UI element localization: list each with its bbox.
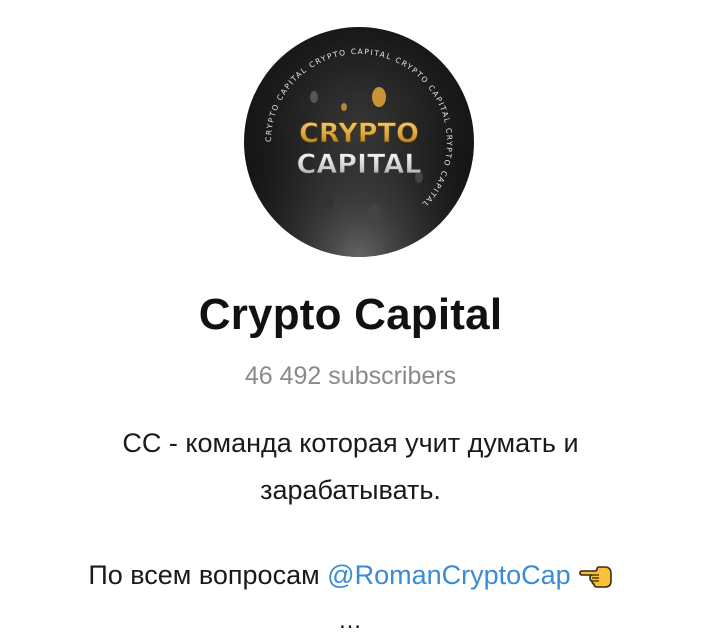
logo-line1: CRYPTO bbox=[299, 118, 419, 149]
channel-description: CC - команда которая учит думать и зараб… bbox=[0, 420, 701, 514]
subscriber-count: 46 492 subscribers bbox=[244, 362, 457, 390]
channel-profile: CRYPTO CAPITAL CRYPTO CAPITAL CRYPTO CAP… bbox=[0, 0, 701, 641]
description-line: зарабатывать. bbox=[260, 475, 441, 505]
contact-line: По всем вопросам @RomanCryptoCap bbox=[0, 560, 701, 591]
channel-avatar[interactable]: CRYPTO CAPITAL CRYPTO CAPITAL CRYPTO CAP… bbox=[244, 27, 474, 257]
pointing-hand-left-icon bbox=[578, 562, 613, 590]
crypto-capital-logo: CRYPTO CAPITAL CRYPTO CAPITAL CRYPTO CAP… bbox=[244, 27, 474, 257]
more-indicator[interactable]: … bbox=[0, 607, 701, 635]
channel-title: Crypto Capital bbox=[198, 290, 503, 339]
contact-mention-link[interactable]: @RomanCryptoCap bbox=[327, 560, 571, 590]
coin-icon bbox=[372, 87, 386, 107]
contact-prefix: По всем вопросам bbox=[88, 560, 328, 590]
description-line: CC - команда которая учит думать и bbox=[122, 428, 579, 458]
logo-line2: CAPITAL bbox=[297, 149, 422, 180]
